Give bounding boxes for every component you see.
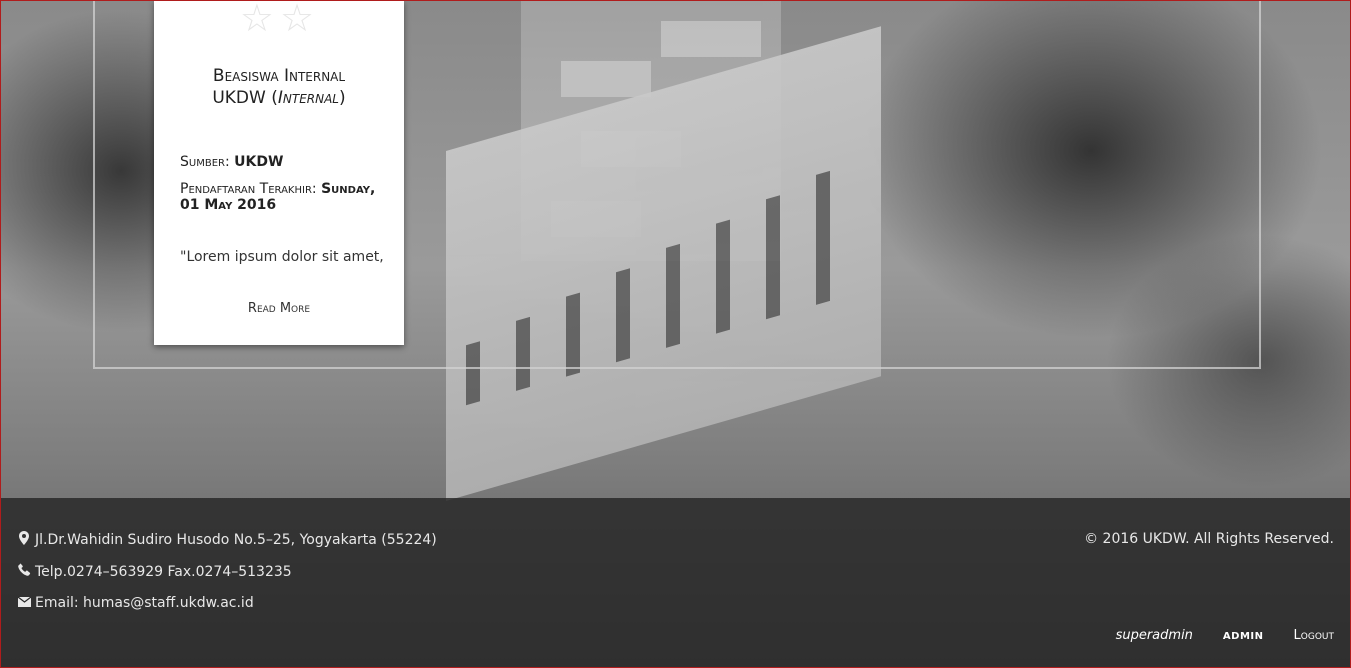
card-title-line1: Beasiswa Internal [212,66,346,86]
user-bar: superadmin ADMIN Logout [1116,628,1334,643]
card-excerpt: "Lorem ipsum dolor sit amet, [180,249,384,265]
role-badge: ADMIN [1222,631,1264,642]
envelope-icon [17,596,31,611]
phone-icon [17,563,31,580]
read-more-link[interactable]: Read More [154,301,404,316]
footer-phone: Telp.0274–563929 Fax.0274–513235 [17,563,292,580]
scholarship-card: ☆☆ Beasiswa Internal UKDW (Internal) Sum… [154,1,404,345]
map-marker-icon [17,531,31,549]
deadline-label: Pendaftaran Terakhir: [180,181,322,197]
logout-link[interactable]: Logout [1294,628,1334,643]
source-field: Sumber: UKDW [180,154,390,170]
site-footer: Jl.Dr.Wahidin Sudiro Husodo No.5–25, Yog… [1,498,1350,667]
username-link[interactable]: superadmin [1116,628,1193,643]
browser-viewport: ☆☆ Beasiswa Internal UKDW (Internal) Sum… [0,0,1351,668]
deadline-field: Pendaftaran Terakhir: Sunday, 01 May 201… [180,181,390,213]
copyright-text: © 2016 UKDW. All Rights Reserved. [1084,531,1334,547]
star-outline-icon: ☆☆ [239,0,321,40]
footer-email: Email: humas@staff.ukdw.ac.id [17,595,254,611]
card-title-line2: UKDW (Internal) [212,88,346,108]
source-value: UKDW [234,154,284,170]
source-label: Sumber: [180,154,235,170]
card-title: Beasiswa Internal UKDW (Internal) [164,65,394,109]
footer-address: Jl.Dr.Wahidin Sudiro Husodo No.5–25, Yog… [17,531,437,549]
